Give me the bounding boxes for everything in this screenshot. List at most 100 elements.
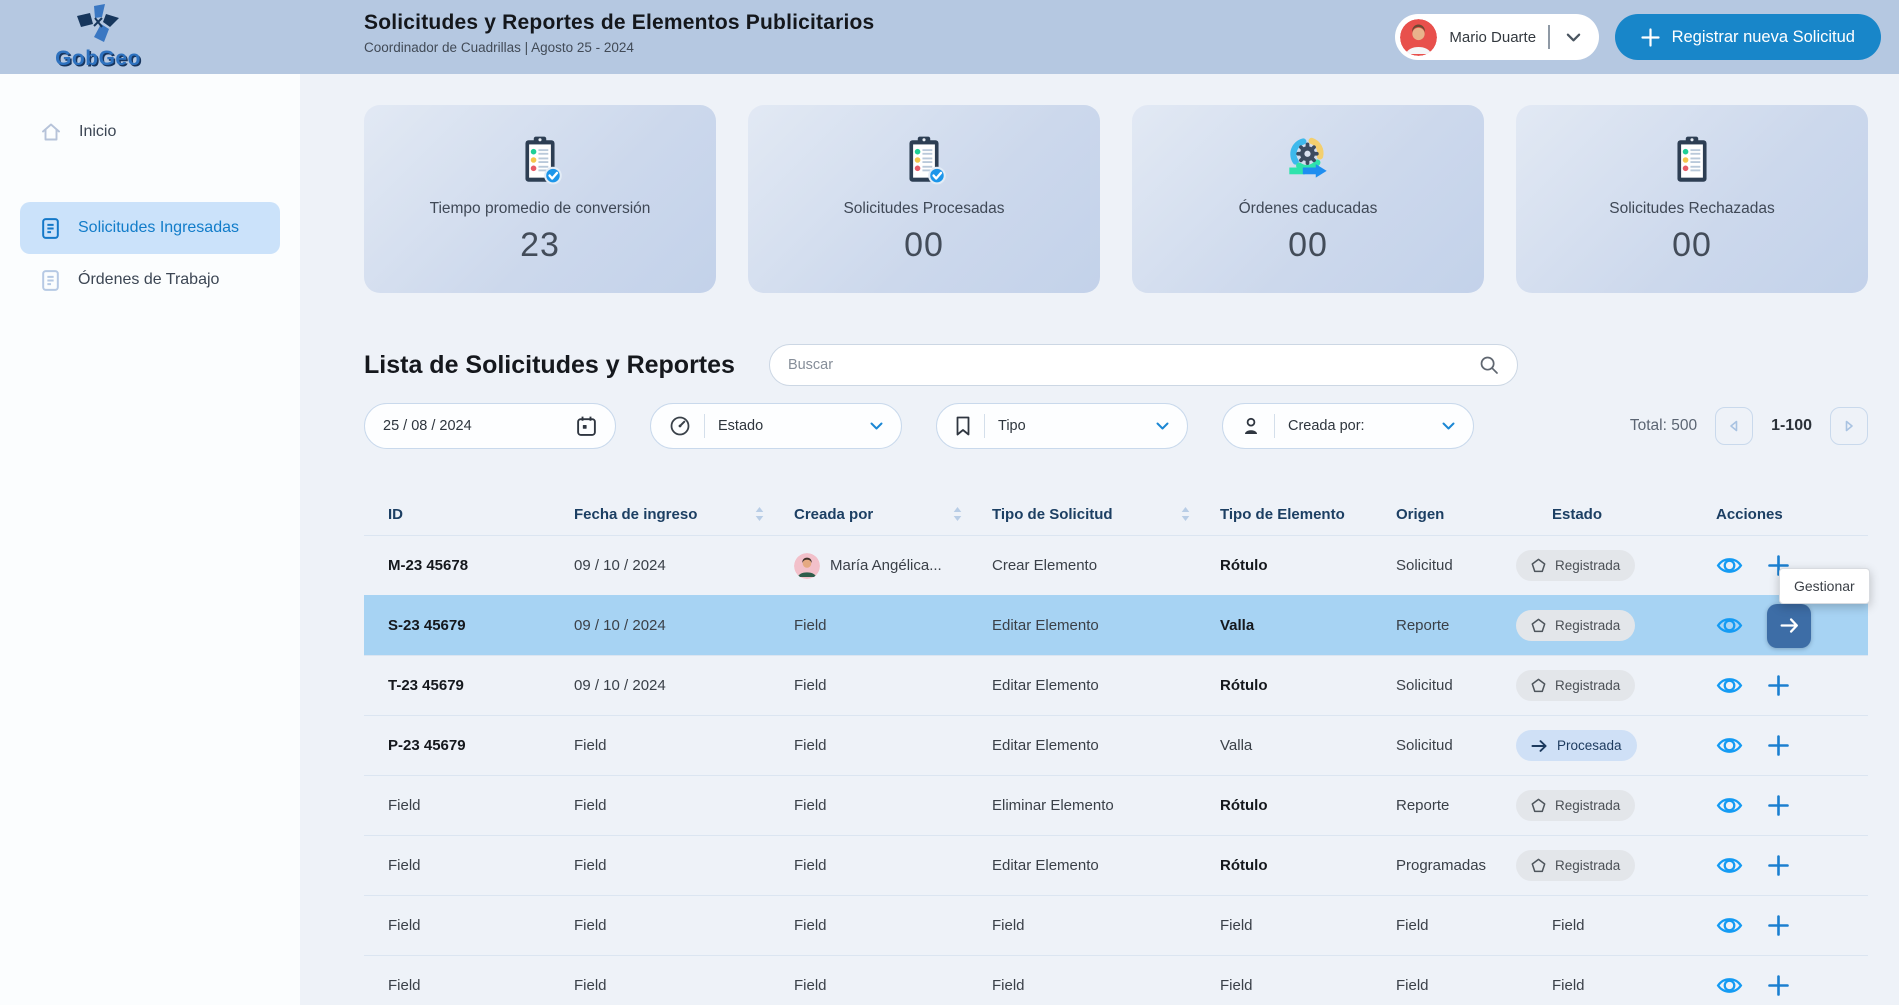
logo-text: GobGeo	[55, 47, 141, 71]
creator-name: Field	[794, 797, 827, 814]
stat-card-ordenes-caducadas: Órdenes caducadas 00	[1132, 105, 1484, 293]
cell-acciones	[1690, 912, 1868, 939]
column-header-4: Tipo de Elemento	[1220, 506, 1396, 523]
column-header-6: Estado	[1516, 506, 1690, 523]
view-button[interactable]	[1716, 552, 1743, 579]
plus-icon	[1767, 794, 1790, 817]
cell-tipo-solicitud: Editar Elemento	[992, 857, 1220, 874]
gauge-icon	[669, 415, 691, 437]
divider	[1274, 414, 1275, 438]
page-subtitle: Coordinador de Cuadrillas | Agosto 25 - …	[364, 40, 874, 55]
search-box	[769, 344, 1518, 386]
cell-estado: Field	[1516, 977, 1690, 994]
cell-tipo-elemento: Valla	[1220, 617, 1396, 634]
cell-origen: Programadas	[1396, 857, 1516, 874]
creator-name: Field	[794, 677, 827, 694]
table-row[interactable]: FieldFieldFieldEditar ElementoRótuloProg…	[364, 835, 1868, 895]
cell-estado: Registrada	[1516, 550, 1690, 581]
sidebar-item-inicio[interactable]: Inicio	[20, 106, 280, 158]
main-content: Tiempo promedio de conversión 23 Solicit…	[300, 74, 1899, 1005]
creator-name: Field	[794, 737, 827, 754]
add-button[interactable]	[1767, 914, 1790, 937]
stat-label: Órdenes caducadas	[1239, 200, 1378, 218]
cell-estado: Procesada	[1516, 730, 1690, 761]
register-new-request-button[interactable]: Registrar nueva Solicitud	[1615, 14, 1881, 60]
view-button[interactable]	[1716, 972, 1743, 999]
plus-icon	[1767, 854, 1790, 877]
table-row[interactable]: FieldFieldFieldEliminar ElementoRótuloRe…	[364, 775, 1868, 835]
add-button[interactable]	[1767, 854, 1790, 877]
cell-fecha: Field	[574, 797, 794, 814]
cell-creada-por: María Angélica...	[794, 553, 992, 579]
cell-id: Field	[364, 977, 574, 994]
status-badge-registrada: Registrada	[1516, 550, 1635, 581]
tipo-filter[interactable]: Tipo	[936, 403, 1188, 449]
pentagon-icon	[1531, 678, 1546, 693]
user-name: Mario Duarte	[1449, 29, 1536, 46]
view-button[interactable]	[1716, 912, 1743, 939]
add-button[interactable]	[1767, 974, 1790, 997]
table-row[interactable]: T-23 4567909 / 10 / 2024FieldEditar Elem…	[364, 655, 1868, 715]
column-label: Estado	[1552, 506, 1602, 523]
column-header-3[interactable]: Tipo de Solicitud	[992, 506, 1220, 523]
creator-name: Field	[794, 977, 827, 994]
column-header-1[interactable]: Fecha de ingreso	[574, 506, 794, 523]
list-title: Lista de Solicitudes y Reportes	[364, 351, 735, 380]
chevron-down-icon	[1442, 422, 1455, 430]
table-row[interactable]: FieldFieldFieldFieldFieldFieldField	[364, 895, 1868, 955]
sidebar-item-ordenes-de-trabajo[interactable]: Órdenes de Trabajo	[20, 254, 280, 306]
sort-icon[interactable]	[755, 506, 764, 522]
add-button[interactable]	[1767, 794, 1790, 817]
plus-icon	[1767, 914, 1790, 937]
add-button[interactable]	[1767, 674, 1790, 697]
column-label: Creada por	[794, 506, 873, 523]
eye-icon	[1716, 552, 1743, 579]
app-logo[interactable]: GobGeo	[38, 4, 158, 71]
next-page-button[interactable]	[1830, 407, 1868, 445]
cell-tipo-elemento: Valla	[1220, 737, 1396, 754]
eye-icon	[1716, 732, 1743, 759]
table-row[interactable]: P-23 45679FieldFieldEditar ElementoValla…	[364, 715, 1868, 775]
sidebar-item-solicitudes-ingresadas[interactable]: Solicitudes Ingresadas	[20, 202, 280, 254]
creada-por-filter[interactable]: Creada por:	[1222, 403, 1474, 449]
view-button[interactable]	[1716, 672, 1743, 699]
stat-label: Tiempo promedio de conversión	[430, 200, 651, 218]
cell-tipo-elemento: Rótulo	[1220, 797, 1396, 814]
previous-page-button[interactable]	[1715, 407, 1753, 445]
arrow-right-icon	[1531, 739, 1548, 753]
table-header: IDFecha de ingresoCreada porTipo de Soli…	[364, 493, 1868, 535]
cell-fecha: Field	[574, 737, 794, 754]
cell-acciones	[1690, 604, 1868, 648]
clipboard-check-icon	[897, 133, 951, 192]
date-filter[interactable]: 25 / 08 / 2024	[364, 403, 616, 449]
view-button[interactable]	[1716, 792, 1743, 819]
person-icon	[1241, 416, 1261, 436]
add-button[interactable]	[1767, 734, 1790, 757]
chevron-down-icon[interactable]	[1562, 33, 1585, 42]
stat-card-tiempo-promedio: Tiempo promedio de conversión 23	[364, 105, 716, 293]
view-button[interactable]	[1716, 612, 1743, 639]
table-row[interactable]: FieldFieldFieldFieldFieldFieldField	[364, 955, 1868, 1005]
manage-button[interactable]	[1767, 604, 1811, 648]
table-row[interactable]: S-23 4567909 / 10 / 2024FieldEditar Elem…	[364, 595, 1868, 655]
requests-table: IDFecha de ingresoCreada porTipo de Soli…	[364, 493, 1868, 1005]
status-badge-registrada: Registrada	[1516, 670, 1635, 701]
sort-icon[interactable]	[953, 506, 962, 522]
status-text: Field	[1552, 977, 1585, 994]
status-badge-registrada: Registrada	[1516, 850, 1635, 881]
stat-cards: Tiempo promedio de conversión 23 Solicit…	[364, 105, 1868, 293]
view-button[interactable]	[1716, 732, 1743, 759]
user-menu[interactable]: Mario Duarte	[1395, 14, 1598, 60]
view-button[interactable]	[1716, 852, 1743, 879]
search-icon[interactable]	[1479, 355, 1499, 375]
chevron-down-icon	[1156, 422, 1169, 430]
estado-filter[interactable]: Estado	[650, 403, 902, 449]
column-label: Tipo de Elemento	[1220, 506, 1345, 523]
cell-estado: Field	[1516, 917, 1690, 934]
sort-icon[interactable]	[1181, 506, 1190, 522]
search-input[interactable]	[788, 357, 1479, 373]
cell-estado: Registrada	[1516, 850, 1690, 881]
cell-acciones	[1690, 792, 1868, 819]
table-row[interactable]: M-23 4567809 / 10 / 2024María Angélica..…	[364, 535, 1868, 595]
column-header-2[interactable]: Creada por	[794, 506, 992, 523]
